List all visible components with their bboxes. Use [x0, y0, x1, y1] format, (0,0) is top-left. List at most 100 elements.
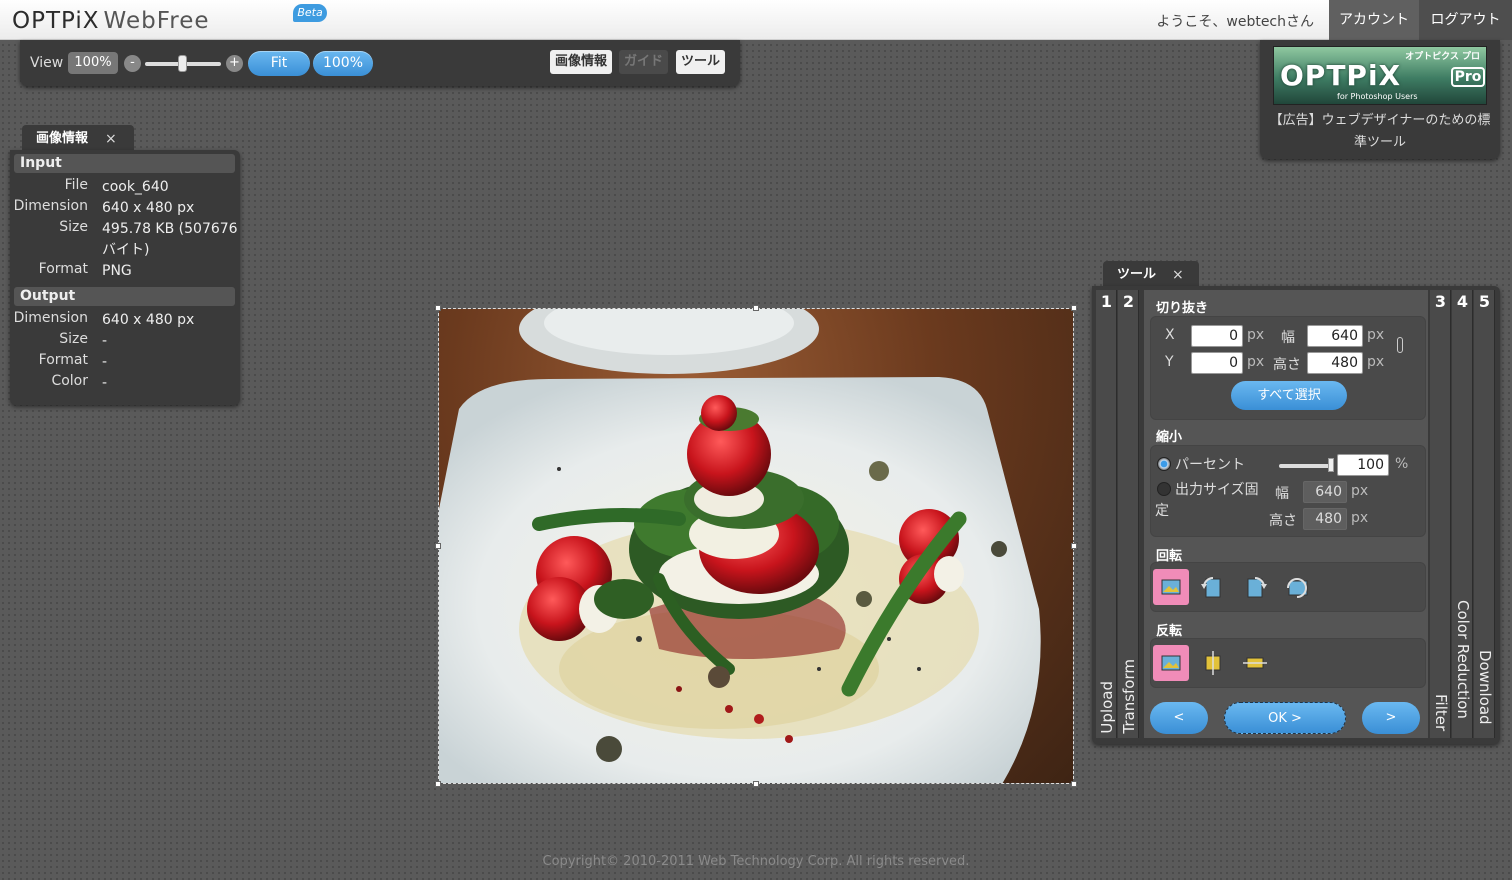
tab-image-info[interactable]: 画像情報 ×	[22, 125, 134, 153]
ad-banner[interactable]: オプトピクス プロ OPTPiX Pro for Photoshop Users	[1273, 46, 1487, 105]
next-step-button[interactable]: >	[1362, 702, 1420, 734]
zoom-in-button[interactable]: +	[226, 55, 243, 72]
toggle-tools[interactable]: ツール	[676, 50, 726, 74]
ok-next-button[interactable]: OK >	[1224, 702, 1346, 734]
unit: px	[1247, 354, 1265, 370]
step-tab-download[interactable]: 5 Download	[1474, 290, 1495, 738]
percent-radio[interactable]	[1157, 457, 1171, 471]
step-tab-filter[interactable]: 3 Filter	[1430, 290, 1451, 738]
zoom-slider-thumb[interactable]	[178, 55, 187, 72]
rotate-box	[1150, 562, 1426, 612]
unit: px	[1367, 327, 1385, 343]
zoom-out-button[interactable]: -	[124, 55, 141, 72]
transform-body: 切り抜き X 0 px 幅 640 px Y 0 px 高さ 480 px すべ…	[1144, 290, 1428, 738]
close-icon[interactable]: ×	[1172, 261, 1184, 289]
image-canvas[interactable]	[435, 305, 1077, 787]
step-tab-color-reduction[interactable]: 4 Color Reduction	[1452, 290, 1473, 738]
logo-text: OPTPiX WebFree	[12, 8, 210, 34]
step-number: 4	[1456, 292, 1469, 311]
crop-y-input[interactable]: 0	[1191, 352, 1243, 374]
resize-heading: 縮小	[1156, 430, 1183, 445]
crop-height-label: 高さ	[1273, 357, 1301, 373]
output-row-format: Format -	[38, 352, 108, 370]
view-toolbar: View 100% - + Fit 100% 画像情報 ガイド ツール	[20, 40, 740, 86]
resize-handle-e[interactable]	[1071, 543, 1077, 549]
fixed-size-radio[interactable]	[1157, 482, 1171, 496]
flip-vertical-icon[interactable]	[1237, 645, 1273, 681]
rotate-right-icon[interactable]	[1237, 569, 1273, 605]
tab-image-info-label: 画像情報	[36, 131, 89, 146]
close-icon[interactable]: ×	[105, 125, 117, 153]
resize-handle-nw[interactable]	[435, 305, 441, 311]
toggle-image-info[interactable]: 画像情報	[550, 50, 613, 74]
tab-tools-label: ツール	[1117, 267, 1157, 282]
flip-box	[1150, 638, 1426, 688]
toggle-guide[interactable]: ガイド	[619, 50, 669, 74]
fit-button[interactable]: Fit	[248, 51, 310, 76]
unit: px	[1351, 510, 1369, 526]
image-info-panel: Input File cook_640 Dimension 640 x 480 px…	[10, 150, 240, 405]
prev-step-button[interactable]: <	[1150, 702, 1208, 734]
unit: px	[1247, 327, 1265, 343]
crop-x-label: X	[1165, 327, 1175, 343]
welcome-text: ようこそ、webtechさん	[1156, 14, 1314, 30]
ad-panel: オプトピクス プロ OPTPiX Pro for Photoshop Users…	[1260, 40, 1500, 159]
fixed-size-label-cont: 定	[1155, 503, 1169, 519]
logout-button[interactable]: ログアウト	[1419, 0, 1512, 40]
top-bar: OPTPiX WebFree Beta ようこそ、webtechさん アカウント …	[0, 0, 1512, 40]
account-button[interactable]: アカウント	[1329, 0, 1419, 40]
step-label: Upload	[1098, 681, 1116, 734]
select-all-button[interactable]: すべて選択	[1231, 381, 1347, 410]
resize-width-input[interactable]: 640	[1303, 481, 1347, 503]
flip-horizontal-icon[interactable]	[1195, 645, 1231, 681]
tab-tools[interactable]: ツール ×	[1103, 261, 1199, 289]
aspect-lock-icon[interactable]	[1397, 337, 1403, 353]
crop-width-input[interactable]: 640	[1307, 325, 1363, 347]
rotate-none-icon[interactable]	[1153, 569, 1189, 605]
resize-handle-se[interactable]	[1071, 781, 1077, 787]
resize-handle-w[interactable]	[435, 543, 441, 549]
percent-input[interactable]: 100	[1337, 454, 1389, 476]
food-photo	[439, 309, 1073, 783]
resize-handle-n[interactable]	[753, 305, 759, 311]
crop-height-input[interactable]: 480	[1307, 352, 1363, 374]
info-row-size: Size 495.78 KB (507676 バイト)	[59, 219, 238, 258]
crop-x-input[interactable]: 0	[1191, 325, 1243, 347]
ad-banner-kana: オプトピクス プロ	[1405, 52, 1480, 62]
view-label: View	[30, 55, 64, 71]
step-tab-transform[interactable]: 2 Transform	[1118, 290, 1139, 738]
info-row-file: File cook_640	[64, 177, 169, 195]
rotate-180-icon[interactable]	[1279, 569, 1315, 605]
flip-none-icon[interactable]	[1153, 645, 1189, 681]
output-heading: Output	[14, 287, 235, 306]
flip-heading: 反転	[1156, 624, 1183, 639]
beta-badge: Beta	[293, 4, 327, 22]
resize-height-input[interactable]: 480	[1303, 508, 1347, 530]
resize-slider-thumb[interactable]	[1328, 458, 1334, 472]
step-number: 1	[1100, 292, 1113, 311]
output-row-dimension: Dimension 640 x 480 px	[13, 310, 195, 328]
step-number: 2	[1122, 292, 1135, 311]
resize-handle-sw[interactable]	[435, 781, 441, 787]
percent-label: パーセント	[1175, 457, 1245, 473]
resize-width-label: 幅	[1275, 486, 1289, 502]
ad-banner-sub: for Photoshop Users	[1337, 92, 1418, 101]
fixed-size-label: 出力サイズ固	[1175, 482, 1259, 498]
resize-box: パーセント 100 % 出力サイズ固 定 幅 640 px 高さ 480 px	[1150, 445, 1426, 537]
step-tab-upload[interactable]: 1 Upload	[1096, 290, 1117, 738]
output-row-size: Size -	[59, 331, 108, 349]
ad-banner-logo: OPTPiX	[1280, 59, 1402, 92]
resize-handle-s[interactable]	[753, 781, 759, 787]
step-number: 5	[1478, 292, 1491, 311]
step-number: 3	[1434, 292, 1447, 311]
actual-size-button[interactable]: 100%	[313, 51, 373, 76]
resize-slider-track[interactable]	[1279, 464, 1333, 468]
rotate-left-icon[interactable]	[1195, 569, 1231, 605]
step-label: Transform	[1120, 659, 1138, 734]
ad-link[interactable]: 【広告】ウェブデザイナーのための標準ツール	[1268, 110, 1492, 154]
crop-y-label: Y	[1165, 354, 1174, 370]
input-heading: Input	[14, 154, 235, 173]
resize-handle-ne[interactable]	[1071, 305, 1077, 311]
output-row-color: Color -	[51, 373, 108, 391]
resize-height-label: 高さ	[1269, 513, 1297, 529]
